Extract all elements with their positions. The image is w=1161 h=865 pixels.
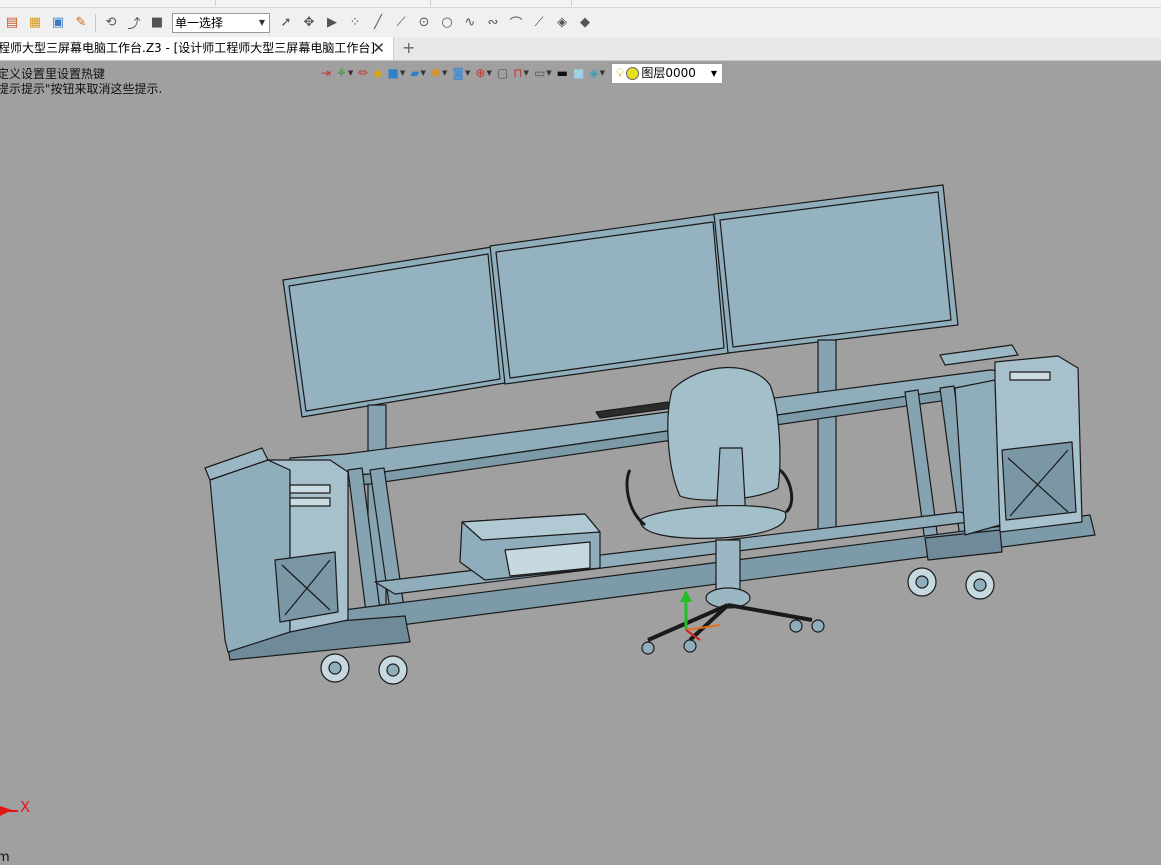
stop-icon[interactable]: ■ (147, 13, 167, 33)
menu-segment[interactable] (216, 0, 431, 6)
document-tab-bar: 程师大型三屏幕电脑工作台.Z3 - [设计师工程师大型三屏幕电脑工作台] ✕ + (0, 37, 1161, 61)
menu-strip (0, 0, 1161, 8)
sketch-plane-icon[interactable]: ◈ (552, 13, 572, 33)
x-axis-arrow-icon (0, 806, 18, 816)
document-tab[interactable]: 程师大型三屏幕电脑工作台.Z3 - [设计师工程师大型三屏幕电脑工作台] ✕ (0, 37, 394, 60)
curve-icon[interactable]: ∾ (483, 13, 503, 33)
sketch-solid-icon[interactable]: ◆ (575, 13, 595, 33)
selection-mode-select[interactable]: 单一选择 ▼ (172, 12, 270, 33)
left-monitor[interactable] (282, 246, 506, 418)
segment-icon[interactable]: ⟋ (391, 13, 411, 33)
export-icon[interactable]: ✎ (71, 13, 91, 33)
menu-segment[interactable] (0, 0, 216, 6)
main-toolbar: ▤ ▦ ▣ ✎ ⟲ ⤴ ■ 单一选择 ▼ ➚ ✥ ▶ ⁘ ╱ ⟋ ⊙ ○ ∿ ∾… (0, 8, 1161, 37)
pick-arrow-icon[interactable]: ➚ (276, 13, 296, 33)
units-label: m (0, 850, 10, 865)
spline-icon[interactable]: ∿ (460, 13, 480, 33)
menu-segment[interactable] (431, 0, 572, 6)
add-tab-icon[interactable]: + (402, 37, 415, 59)
axis-label: X (20, 798, 31, 816)
chevron-down-icon: ▼ (258, 17, 265, 27)
circle-icon[interactable]: ○ (437, 13, 457, 33)
printer[interactable] (459, 513, 601, 581)
trim-icon[interactable]: ⟋ (529, 13, 549, 33)
center-monitor[interactable] (489, 213, 730, 385)
arc-icon[interactable]: ⌒ (506, 13, 526, 33)
workstation-model[interactable] (204, 184, 1096, 685)
history-icon[interactable]: ⟲ (101, 13, 121, 33)
close-icon[interactable]: ✕ (372, 37, 385, 60)
right-monitor[interactable] (713, 184, 959, 354)
circle-center-icon[interactable]: ⊙ (414, 13, 434, 33)
document-tab-title: 程师大型三屏幕电脑工作台.Z3 - [设计师工程师大型三屏幕电脑工作台] (0, 41, 375, 55)
3d-viewport[interactable] (0, 61, 1161, 865)
selection-mode-value: 单一选择 (175, 15, 224, 30)
open-file-icon[interactable]: ▦ (25, 13, 45, 33)
line-icon[interactable]: ╱ (368, 13, 388, 33)
new-file-icon[interactable]: ▤ (2, 13, 22, 33)
point-icon[interactable]: ⁘ (345, 13, 365, 33)
left-computer-tower[interactable] (204, 447, 349, 653)
play-icon[interactable]: ▶ (322, 13, 342, 33)
save-file-icon[interactable]: ▣ (48, 13, 68, 33)
pick-filter-icon[interactable]: ✥ (299, 13, 319, 33)
toolbar-separator (95, 13, 96, 32)
rollback-icon[interactable]: ⤴ (124, 13, 144, 33)
